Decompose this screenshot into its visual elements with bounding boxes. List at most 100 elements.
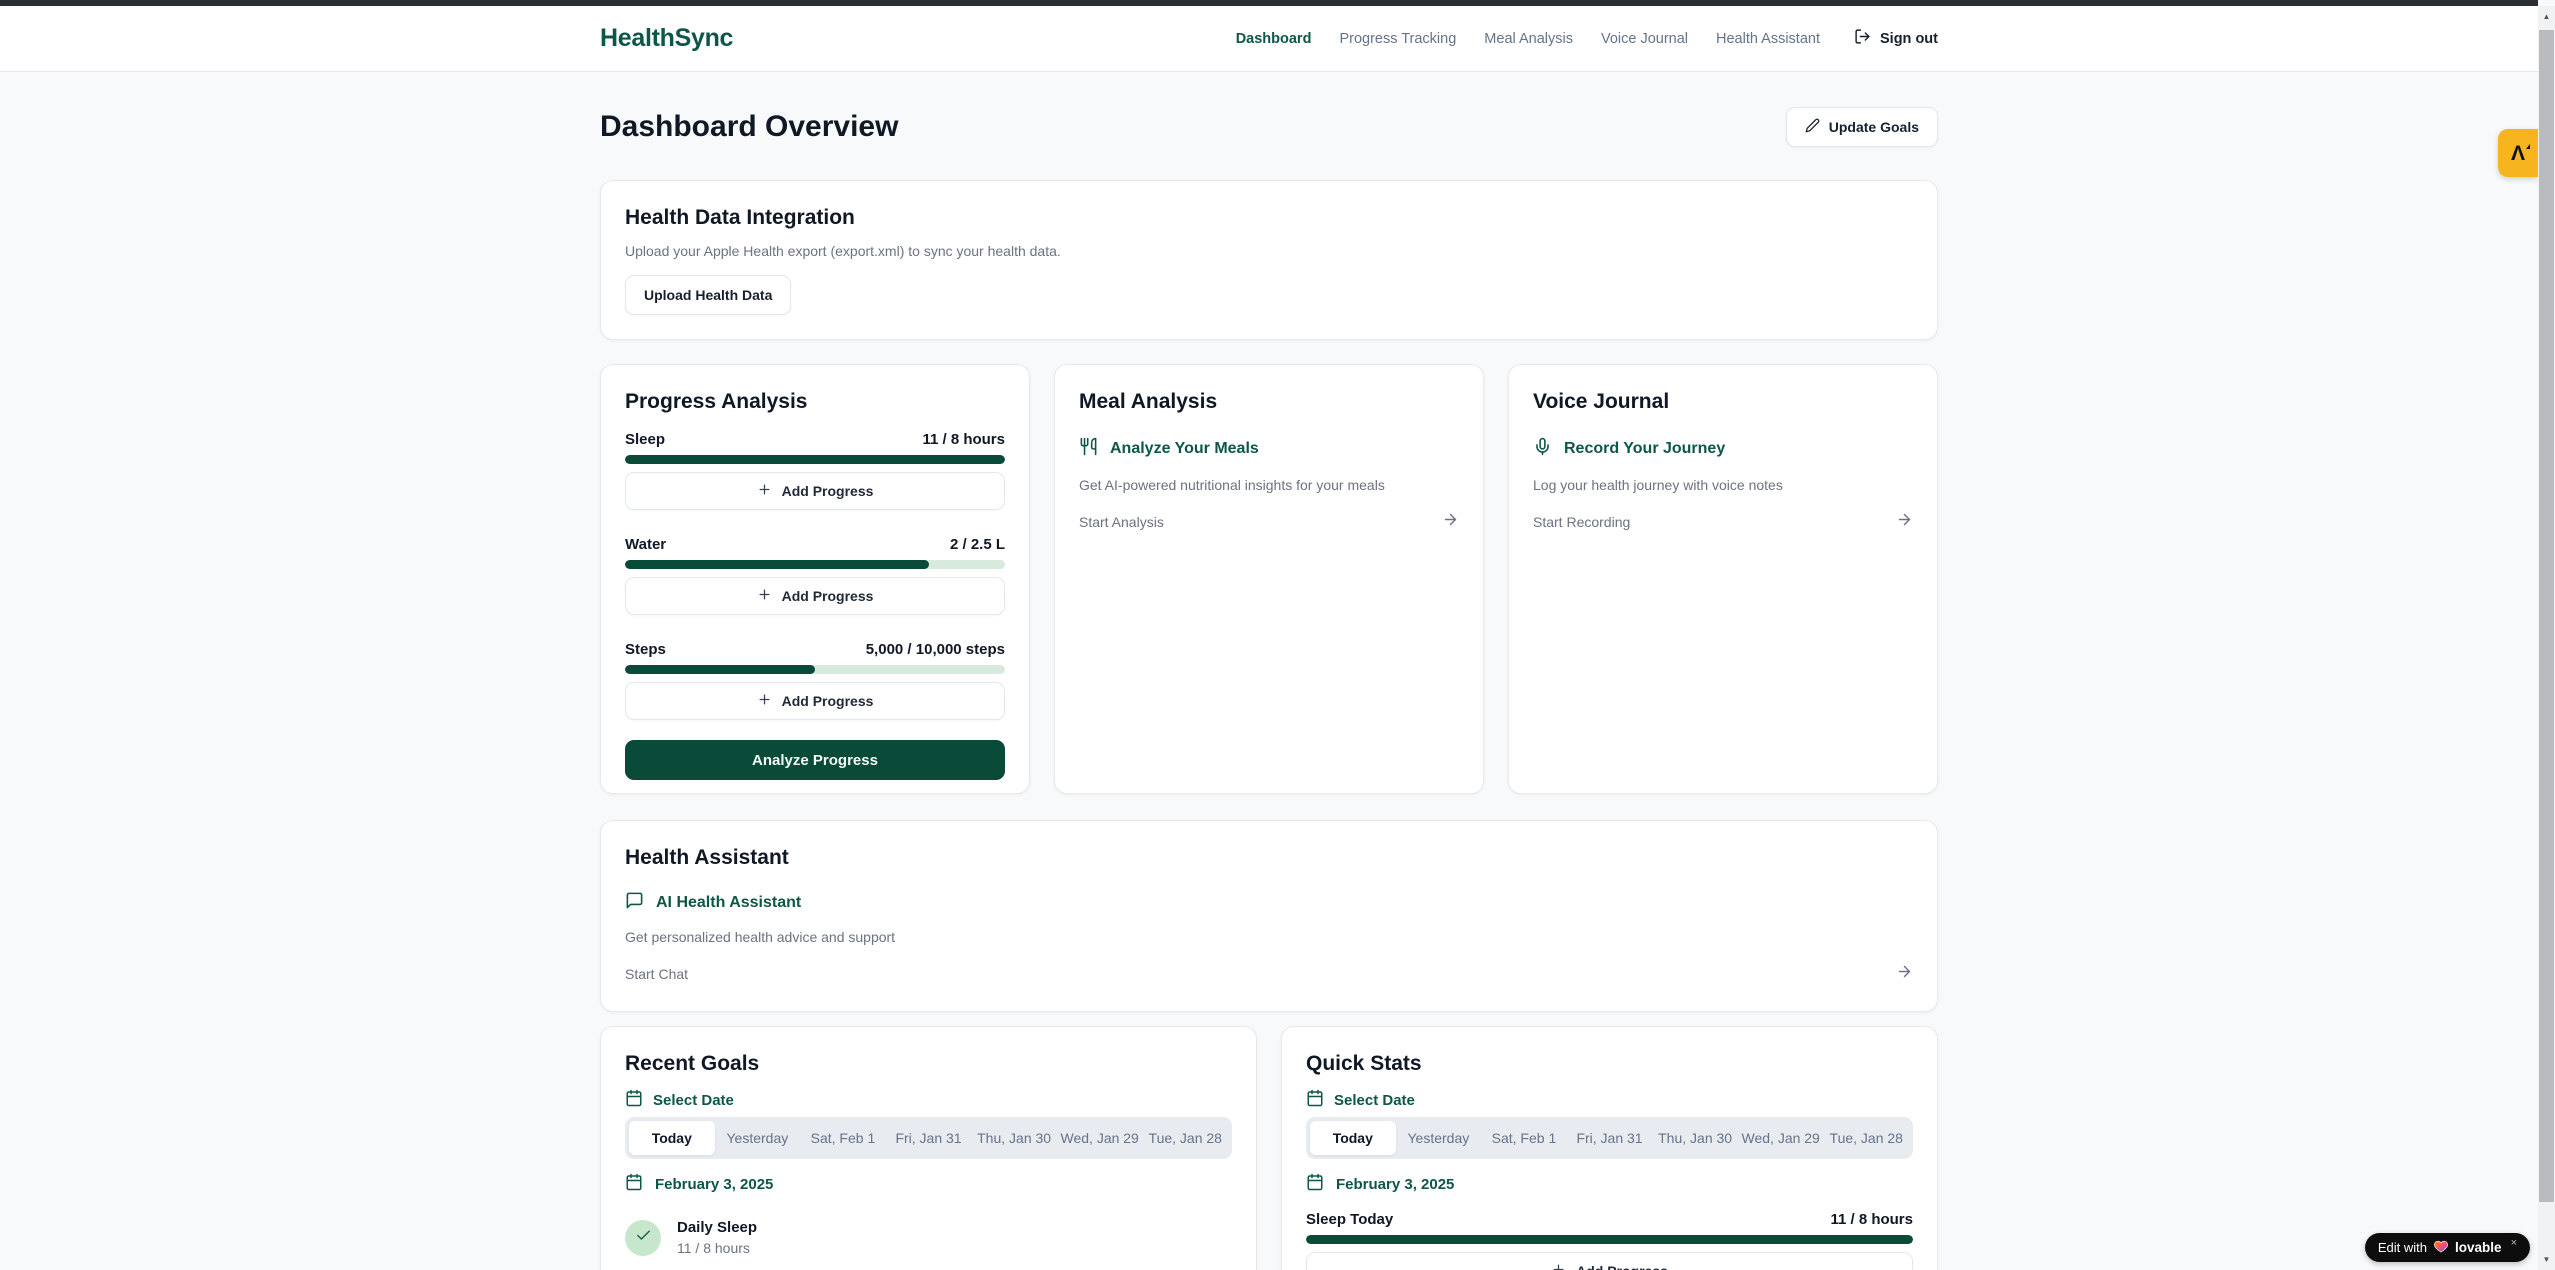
- sleep-today-metric: Sleep Today 11 / 8 hours Add Progress: [1306, 1209, 1913, 1270]
- sign-out-button[interactable]: Sign out: [1854, 28, 1938, 49]
- edit-with-lovable-badge[interactable]: Edit with lovable ×: [2365, 1233, 2530, 1262]
- recent-goals-card: Recent Goals Select Date Today Yesterday…: [600, 1026, 1257, 1270]
- goals-tab-yesterday[interactable]: Yesterday: [715, 1121, 801, 1155]
- nav-health-assistant[interactable]: Health Assistant: [1716, 31, 1820, 47]
- microphone-icon: [1533, 437, 1552, 461]
- scrollbar-thumb[interactable]: [2539, 30, 2554, 1202]
- page-title: Dashboard Overview: [600, 110, 898, 144]
- stats-tab-tue-jan-28[interactable]: Tue, Jan 28: [1823, 1121, 1909, 1155]
- water-add-progress-button[interactable]: Add Progress: [625, 577, 1005, 615]
- water-value: 2 / 2.5 L: [950, 536, 1005, 553]
- start-analysis-row[interactable]: Start Analysis: [1079, 511, 1459, 533]
- sleep-label: Sleep: [625, 431, 665, 448]
- goals-tab-tue-jan-28[interactable]: Tue, Jan 28: [1142, 1121, 1228, 1155]
- sleep-today-value: 11 / 8 hours: [1830, 1211, 1913, 1228]
- meal-analysis-card: Meal Analysis Analyze Your Meals Get AI-…: [1054, 364, 1484, 794]
- quick-stats-card: Quick Stats Select Date Today Yesterday …: [1281, 1026, 1938, 1270]
- arrow-right-icon: [1896, 511, 1913, 533]
- goals-tab-wed-jan-29[interactable]: Wed, Jan 29: [1057, 1121, 1143, 1155]
- lovable-widget-button[interactable]: Λ: [2498, 129, 2538, 177]
- chat-bubble-icon: [625, 891, 644, 915]
- vertical-scrollbar[interactable]: ▲ ▼: [2538, 6, 2555, 1270]
- stats-add-progress-button[interactable]: Add Progress: [1306, 1252, 1913, 1270]
- sleep-value: 11 / 8 hours: [922, 431, 1005, 448]
- goals-tab-thu-jan-30[interactable]: Thu, Jan 30: [971, 1121, 1057, 1155]
- stats-selected-date: February 3, 2025: [1306, 1173, 1913, 1195]
- goals-selected-date: February 3, 2025: [625, 1173, 1232, 1195]
- stats-select-date-button[interactable]: Select Date: [1306, 1089, 1913, 1111]
- steps-label: Steps: [625, 641, 666, 658]
- sleep-progressbar: [625, 455, 1005, 464]
- stats-date-tabs: Today Yesterday Sat, Feb 1 Fri, Jan 31 T…: [1306, 1117, 1913, 1159]
- scrollbar-up-arrow[interactable]: ▲: [2538, 8, 2555, 25]
- progress-card-title: Progress Analysis: [625, 389, 1005, 415]
- sleep-today-progressbar: [1306, 1235, 1913, 1244]
- progress-analysis-card: Progress Analysis Sleep 11 / 8 hours Add…: [600, 364, 1030, 794]
- analyze-progress-button[interactable]: Analyze Progress: [625, 740, 1005, 780]
- lovable-logo-icon: Λ: [2511, 143, 2525, 164]
- scrollbar-down-arrow[interactable]: ▼: [2538, 1251, 2555, 1268]
- goal-name: Daily Sleep: [677, 1219, 757, 1236]
- goals-tab-sat-feb-1[interactable]: Sat, Feb 1: [800, 1121, 886, 1155]
- plus-icon: [757, 587, 772, 605]
- brand-logo[interactable]: HealthSync: [600, 24, 733, 53]
- goals-select-date-button[interactable]: Select Date: [625, 1089, 1232, 1111]
- close-icon[interactable]: ×: [2511, 1237, 2517, 1249]
- plus-icon: [757, 692, 772, 710]
- goal-value: 11 / 8 hours: [677, 1240, 757, 1256]
- nav-progress-tracking[interactable]: Progress Tracking: [1339, 31, 1456, 47]
- health-data-integration-card: Health Data Integration Upload your Appl…: [600, 180, 1938, 340]
- main-nav: Dashboard Progress Tracking Meal Analysi…: [1236, 28, 1938, 49]
- health-assistant-card: Health Assistant AI Health Assistant Get…: [600, 820, 1938, 1012]
- start-recording-row[interactable]: Start Recording: [1533, 511, 1913, 533]
- nav-dashboard[interactable]: Dashboard: [1236, 31, 1312, 47]
- water-metric: Water 2 / 2.5 L Add Progress: [625, 534, 1005, 615]
- arrow-right-icon: [1442, 511, 1459, 533]
- meal-card-title: Meal Analysis: [1079, 389, 1459, 415]
- stats-tab-fri-jan-31[interactable]: Fri, Jan 31: [1567, 1121, 1653, 1155]
- voice-journal-card: Voice Journal Record Your Journey Log yo…: [1508, 364, 1938, 794]
- ai-health-assistant-link[interactable]: AI Health Assistant: [625, 891, 1913, 915]
- nav-voice-journal[interactable]: Voice Journal: [1601, 31, 1688, 47]
- stats-tab-wed-jan-29[interactable]: Wed, Jan 29: [1738, 1121, 1824, 1155]
- start-chat-row[interactable]: Start Chat: [625, 963, 1913, 985]
- pencil-icon: [1805, 118, 1820, 136]
- stats-tab-yesterday[interactable]: Yesterday: [1396, 1121, 1482, 1155]
- integration-card-title: Health Data Integration: [625, 205, 1913, 231]
- record-your-journey-link[interactable]: Record Your Journey: [1533, 437, 1913, 461]
- update-goals-button[interactable]: Update Goals: [1786, 107, 1938, 147]
- plus-icon: [757, 482, 772, 500]
- calendar-icon: [625, 1089, 643, 1111]
- analyze-your-meals-link[interactable]: Analyze Your Meals: [1079, 437, 1459, 461]
- steps-add-progress-button[interactable]: Add Progress: [625, 682, 1005, 720]
- voice-card-description: Log your health journey with voice notes: [1533, 475, 1913, 495]
- calendar-icon: [1306, 1173, 1324, 1195]
- stats-tab-thu-jan-30[interactable]: Thu, Jan 30: [1652, 1121, 1738, 1155]
- steps-progressbar: [625, 665, 1005, 674]
- stats-tab-today[interactable]: Today: [1310, 1121, 1396, 1155]
- sleep-metric: Sleep 11 / 8 hours Add Progress: [625, 429, 1005, 510]
- logout-icon: [1854, 28, 1871, 49]
- water-progressbar: [625, 560, 1005, 569]
- quick-stats-title: Quick Stats: [1306, 1051, 1913, 1077]
- goal-status-badge: [625, 1220, 661, 1256]
- assistant-card-title: Health Assistant: [625, 845, 1913, 871]
- water-label: Water: [625, 536, 666, 553]
- plus-icon: [1551, 1262, 1566, 1270]
- check-icon: [635, 1227, 652, 1249]
- meal-card-description: Get AI-powered nutritional insights for …: [1079, 475, 1459, 495]
- assistant-card-description: Get personalized health advice and suppo…: [625, 927, 1913, 947]
- upload-health-data-button[interactable]: Upload Health Data: [625, 275, 791, 315]
- app-header: HealthSync Dashboard Progress Tracking M…: [0, 6, 2538, 72]
- nav-meal-analysis[interactable]: Meal Analysis: [1484, 31, 1573, 47]
- steps-value: 5,000 / 10,000 steps: [866, 641, 1005, 658]
- steps-metric: Steps 5,000 / 10,000 steps Add Progress: [625, 639, 1005, 720]
- goals-tab-today[interactable]: Today: [629, 1121, 715, 1155]
- stats-tab-sat-feb-1[interactable]: Sat, Feb 1: [1481, 1121, 1567, 1155]
- heart-icon: [2433, 1239, 2449, 1257]
- voice-card-title: Voice Journal: [1533, 389, 1913, 415]
- sleep-add-progress-button[interactable]: Add Progress: [625, 472, 1005, 510]
- arrow-right-icon: [1896, 963, 1913, 985]
- recent-goals-title: Recent Goals: [625, 1051, 1232, 1077]
- goals-tab-fri-jan-31[interactable]: Fri, Jan 31: [886, 1121, 972, 1155]
